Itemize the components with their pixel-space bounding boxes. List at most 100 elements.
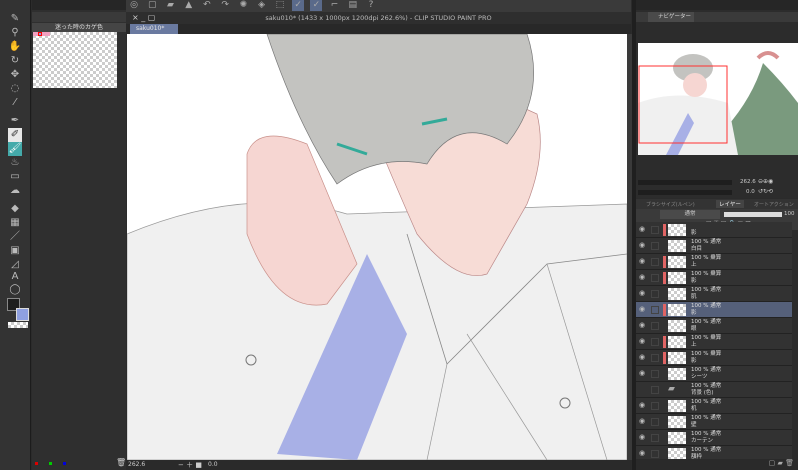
layer-row[interactable]: ◉ 100 % 通常影 bbox=[636, 302, 792, 318]
layer-row[interactable]: ◉ 影 bbox=[636, 222, 792, 238]
snap-grid-icon[interactable]: ⌐ bbox=[329, 0, 341, 11]
pen-icon[interactable]: ✒ bbox=[8, 114, 22, 128]
selected-color-swatch[interactable] bbox=[38, 32, 42, 36]
transparent-color-swatch[interactable] bbox=[8, 322, 28, 328]
tab-layer[interactable]: レイヤー bbox=[716, 200, 744, 208]
eye-icon[interactable]: ◉ bbox=[639, 369, 645, 377]
new-layer-icon[interactable]: ▢ bbox=[769, 459, 776, 467]
save-icon[interactable]: ▲ bbox=[183, 0, 195, 11]
layer-lock-toggle[interactable] bbox=[651, 434, 659, 442]
eye-icon[interactable]: ◉ bbox=[639, 401, 645, 409]
navigator-tab[interactable]: ナビゲーター bbox=[648, 12, 694, 22]
close-icon[interactable]: × _ ▢ bbox=[132, 13, 155, 22]
layer-lock-toggle[interactable] bbox=[651, 354, 659, 362]
layer-lock-toggle[interactable] bbox=[651, 306, 659, 314]
pen-tool-icon[interactable]: ✎ bbox=[8, 12, 22, 26]
layer-row[interactable]: ◉ 100 % 通常 カーテン bbox=[636, 430, 792, 446]
layer-lock-toggle[interactable] bbox=[651, 274, 659, 282]
figure-icon[interactable]: ／ bbox=[8, 230, 22, 244]
delete-layer-icon[interactable]: 🗑 bbox=[785, 459, 794, 467]
rotate-buttons-icon[interactable]: ↺↻⟲ bbox=[758, 188, 773, 195]
eye-icon[interactable]: ◉ bbox=[639, 273, 645, 281]
navigator-zoom-value[interactable]: 262.6 bbox=[740, 179, 756, 185]
help-icon[interactable]: ? bbox=[365, 0, 377, 11]
gradient-icon[interactable]: ▦ bbox=[8, 216, 22, 230]
eye-icon[interactable]: ◉ bbox=[639, 417, 645, 425]
open-icon[interactable]: ▰ bbox=[164, 0, 176, 11]
clip-studio-icon[interactable]: ◎ bbox=[128, 0, 140, 11]
folder-icon[interactable]: ▰ bbox=[668, 384, 686, 396]
airbrush-icon[interactable]: ♨ bbox=[8, 156, 22, 170]
eye-icon[interactable]: ◉ bbox=[639, 225, 645, 233]
layer-row[interactable]: ◉ 100 % 通常眼 bbox=[636, 318, 792, 334]
undo-icon[interactable]: ↶ bbox=[201, 0, 213, 11]
opacity-slider[interactable] bbox=[724, 212, 782, 217]
eye-icon[interactable]: ◉ bbox=[639, 321, 645, 329]
layer-lock-toggle[interactable] bbox=[651, 370, 659, 378]
tab-auto-action[interactable]: オートアクション bbox=[754, 201, 794, 208]
layer-lock-toggle[interactable] bbox=[651, 258, 659, 266]
canvas[interactable] bbox=[127, 34, 627, 460]
color-set-title[interactable]: 迷った時のカゲ色 bbox=[32, 23, 126, 32]
eye-icon[interactable]: ◉ bbox=[639, 289, 645, 297]
zoom-slider[interactable] bbox=[638, 180, 732, 185]
eraser-icon[interactable]: ▭ bbox=[8, 170, 22, 184]
layer-lock-toggle[interactable] bbox=[651, 322, 659, 330]
hand-tool-icon[interactable]: ✋ bbox=[8, 40, 22, 54]
layer-lock-toggle[interactable] bbox=[651, 226, 659, 234]
sub-color-swatch[interactable] bbox=[16, 308, 29, 321]
layer-row[interactable]: ◉ 100 % 通常 シーツ bbox=[636, 366, 792, 382]
blend-icon[interactable]: ☁ bbox=[8, 184, 22, 198]
trash-icon[interactable]: 🗑 bbox=[116, 458, 126, 467]
pencil-icon[interactable]: ✐ bbox=[8, 128, 22, 142]
color-swatch-grid[interactable] bbox=[33, 32, 117, 88]
eyedropper-tool-icon[interactable]: ⁄ bbox=[8, 96, 22, 110]
text-icon[interactable]: A bbox=[8, 270, 22, 284]
eye-icon[interactable]: ◉ bbox=[639, 305, 645, 313]
eye-icon[interactable]: ◉ bbox=[639, 337, 645, 345]
eye-icon[interactable]: ◉ bbox=[639, 257, 645, 265]
layer-row[interactable]: ◉ 100 % 通常壁 bbox=[636, 414, 792, 430]
eye-icon[interactable]: ◉ bbox=[639, 353, 645, 361]
eye-icon[interactable]: ◉ bbox=[639, 449, 645, 457]
layer-lock-toggle[interactable] bbox=[651, 242, 659, 250]
new-icon[interactable]: ▢ bbox=[146, 0, 158, 11]
tab-brush-size[interactable]: ブラシサイズ(ルペン) bbox=[646, 201, 695, 208]
zoom-buttons-icon[interactable]: ⊖⊕◉ bbox=[758, 178, 773, 185]
zoom-tool-icon[interactable]: ⚲ bbox=[8, 26, 22, 40]
navigator-rotation-value[interactable]: 0.0 bbox=[746, 189, 755, 195]
zoom-readout[interactable]: 262.6 bbox=[128, 461, 145, 468]
layer-row[interactable]: ◉ 100 % 乗算上 bbox=[636, 254, 792, 270]
zoom-out-icon[interactable]: − ＋ ■ bbox=[178, 460, 202, 470]
fill-icon[interactable]: ◆ bbox=[8, 202, 22, 216]
layer-lock-toggle[interactable] bbox=[651, 402, 659, 410]
new-folder-icon[interactable]: ▰ bbox=[777, 459, 782, 467]
settings-icon[interactable]: ▤ bbox=[347, 0, 359, 11]
layer-row[interactable]: ◉ 100 % 通常机 bbox=[636, 398, 792, 414]
layer-row[interactable]: ◉ 100 % 通常肌 bbox=[636, 286, 792, 302]
rotation-readout[interactable]: 0.0 bbox=[208, 461, 218, 468]
layer-lock-toggle[interactable] bbox=[651, 386, 659, 394]
layer-lock-toggle[interactable] bbox=[651, 290, 659, 298]
navigator-preview[interactable] bbox=[638, 43, 798, 155]
layer-lock-toggle[interactable] bbox=[651, 418, 659, 426]
layer-lock-toggle[interactable] bbox=[651, 450, 659, 458]
rotate-tool-icon[interactable]: ↻ bbox=[8, 54, 22, 68]
frame-icon[interactable]: ▣ bbox=[8, 244, 22, 258]
document-tab[interactable]: saku010* bbox=[130, 24, 178, 34]
fill-icon[interactable]: ◈ bbox=[256, 0, 268, 11]
eye-icon[interactable]: ◉ bbox=[639, 433, 645, 441]
layer-row[interactable]: ◉ 100 % 乗算影 bbox=[636, 270, 792, 286]
layer-row[interactable]: ◉ 100 % 乗算影 bbox=[636, 350, 792, 366]
redo-icon[interactable]: ↷ bbox=[219, 0, 231, 11]
rotation-slider[interactable] bbox=[638, 190, 732, 195]
transform-icon[interactable]: ⬚ bbox=[274, 0, 286, 11]
opacity-value[interactable]: 100 bbox=[784, 211, 795, 217]
layer-row[interactable]: ◉ 100 % 通常 白目 bbox=[636, 238, 792, 254]
balloon-icon[interactable]: ◯ bbox=[8, 283, 22, 297]
snap-special-icon[interactable]: ✓ bbox=[310, 0, 323, 11]
eye-icon[interactable]: ◉ bbox=[639, 241, 645, 249]
clear-icon[interactable]: ✺ bbox=[237, 0, 249, 11]
snap-ruler-icon[interactable]: ✓ bbox=[292, 0, 305, 11]
layer-lock-toggle[interactable] bbox=[651, 338, 659, 346]
